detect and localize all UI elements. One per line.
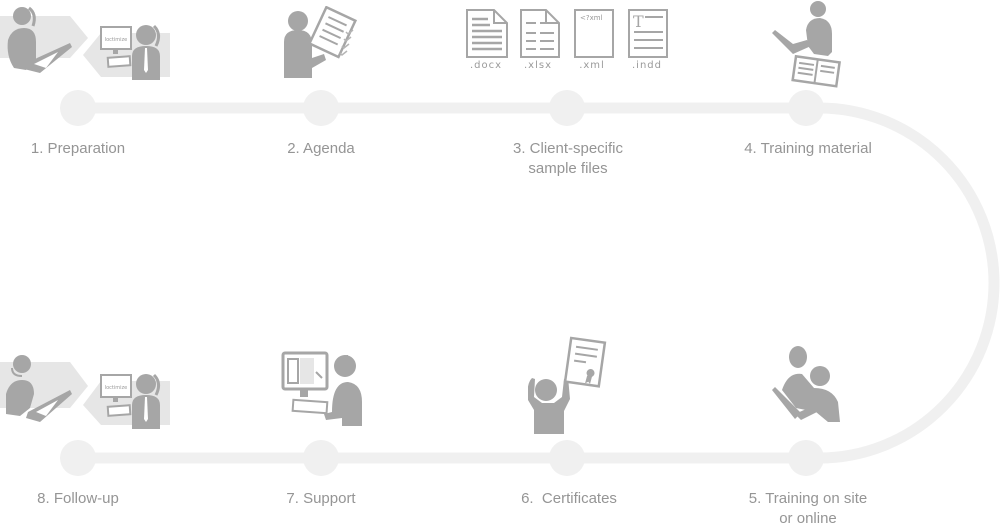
step-node-2: [303, 90, 339, 126]
step-label-7: 7. Support: [286, 490, 356, 507]
indd-label: .indd: [632, 60, 662, 71]
track-arc: [818, 102, 1000, 464]
step-label-3-line-1: 3. Client-specific: [512, 140, 624, 157]
training-on-site-icon: [772, 346, 840, 422]
step-node-6: [549, 440, 585, 476]
step-label-5-line-2: or online: [779, 510, 837, 527]
monitor-text: loctimize: [105, 37, 128, 43]
step-label-3: 3. Client-specific sample files: [513, 139, 623, 179]
step-label-3-line-2: sample files: [528, 160, 608, 177]
indd-file-icon: T: [628, 9, 668, 58]
monitor-text: loctimize: [105, 385, 128, 391]
xml-snippet: <?xml: [580, 14, 603, 22]
step-label-1: 1. Preparation: [30, 140, 126, 157]
docx-label: .docx: [469, 60, 503, 71]
step-node-3: [549, 90, 585, 126]
step-node-7: [303, 440, 339, 476]
step-label-8: 8. Follow-up: [37, 490, 119, 507]
docx-file-icon: [466, 9, 508, 58]
step-node-5: [788, 440, 824, 476]
sample-files-icon: <?xml T: [466, 9, 668, 58]
xlsx-file-icon: [520, 9, 560, 58]
certificate-icon: [528, 336, 607, 434]
step-label-2: 2. Agenda: [287, 140, 355, 157]
consultation-call-icon: loctimize: [0, 6, 170, 80]
support-headset-icon: [281, 351, 362, 426]
agenda-checklist-icon: [284, 6, 358, 78]
step-label-5-line-1: 5. Training on site: [748, 490, 868, 507]
indd-glyph: T: [633, 12, 644, 31]
step-label-6: 6. Certificates: [521, 490, 617, 507]
xml-label: .xml: [579, 60, 605, 71]
step-label-4: 4. Training material: [744, 140, 872, 157]
follow-up-call-icon: loctimize: [0, 355, 170, 429]
step-label-5: 5. Training on site or online: [749, 489, 867, 529]
xml-file-icon: <?xml: [574, 9, 614, 58]
step-node-1: [60, 90, 96, 126]
xlsx-label: .xlsx: [523, 60, 552, 71]
step-node-8: [60, 440, 96, 476]
training-material-icon: [772, 1, 841, 88]
step-node-4: [788, 90, 824, 126]
